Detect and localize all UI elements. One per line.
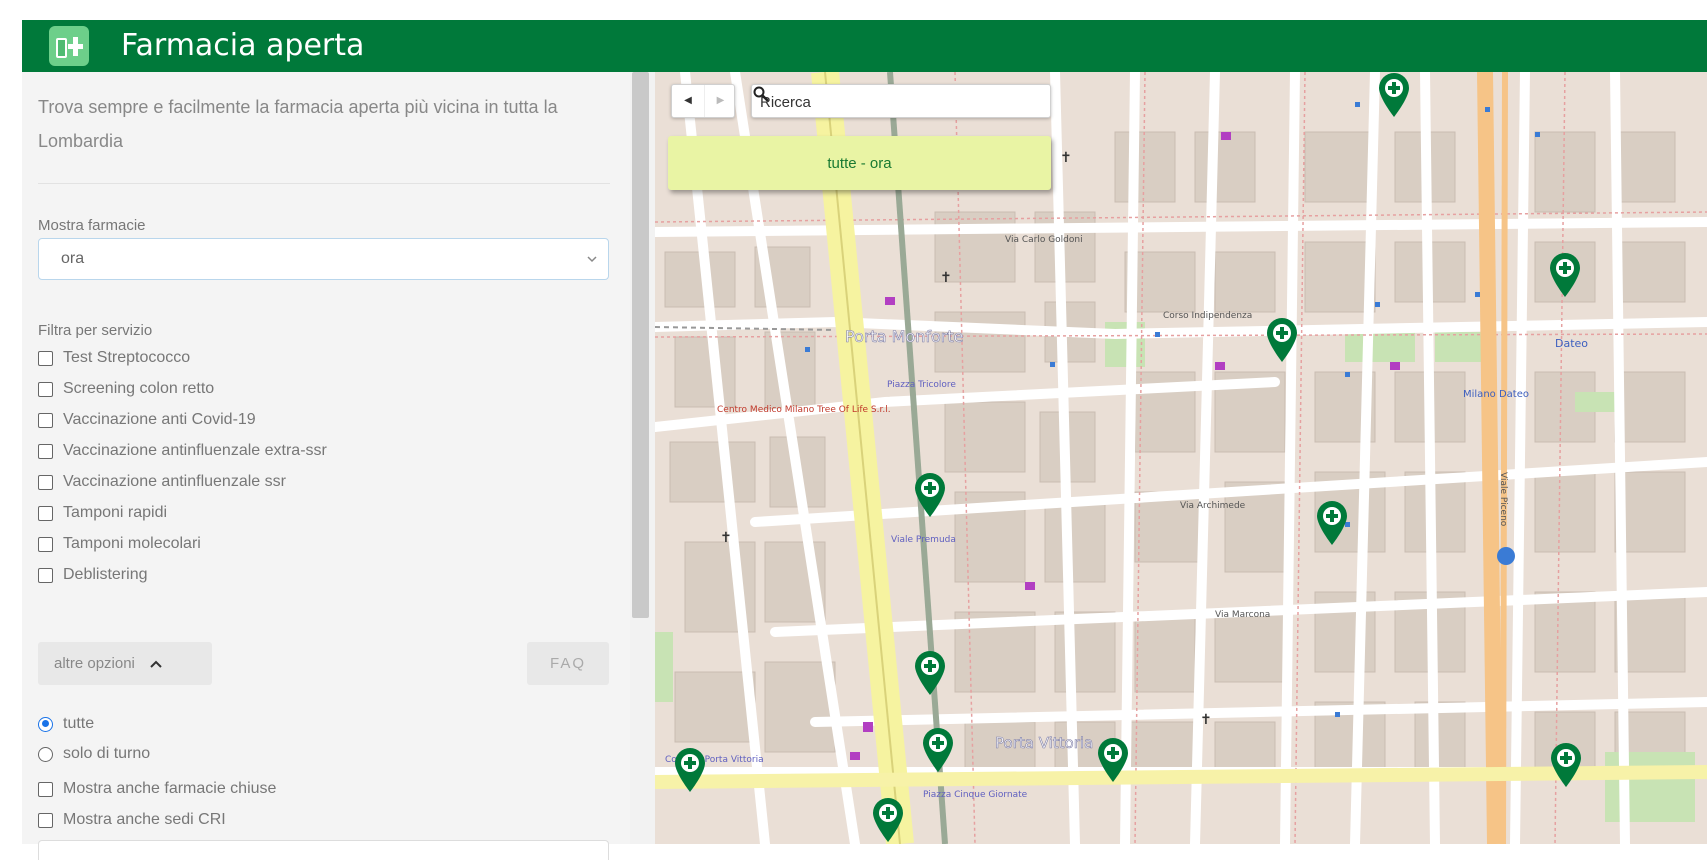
pharmacy-door-logo-icon <box>49 26 89 66</box>
checkbox-icon[interactable] <box>38 505 53 521</box>
pharmacy-pin-icon[interactable] <box>1265 317 1299 363</box>
checkbox-icon[interactable] <box>38 381 53 397</box>
map-label-via-marcona: Via Marcona <box>1215 610 1270 620</box>
checkbox-show-closed-pharmacies[interactable]: Mostra anche farmacie chiuse <box>38 777 276 801</box>
more-options-label: altre opzioni <box>54 655 135 672</box>
service-label: Vaccinazione anti Covid-19 <box>63 411 256 428</box>
pharmacy-pin-icon[interactable] <box>921 727 955 773</box>
pharmacy-pin-icon[interactable] <box>673 747 707 793</box>
partial-input-field[interactable] <box>38 840 609 860</box>
checkbox-icon[interactable] <box>38 474 53 490</box>
show-pharmacies-select[interactable]: ora <box>38 238 609 280</box>
map-label-piazza-cinque-giornate: Piazza Cinque Giornate <box>923 790 1028 800</box>
faq-button[interactable]: FAQ <box>527 642 609 685</box>
app-window: Farmacia aperta Trova sempre e facilment… <box>22 20 1707 860</box>
radio-label: solo di turno <box>63 745 151 762</box>
svg-text:✝: ✝ <box>720 530 732 546</box>
service-label: Test Streptococco <box>63 349 191 366</box>
chevron-up-icon <box>150 660 162 668</box>
checkbox-icon[interactable] <box>38 350 53 366</box>
map-search-box[interactable] <box>751 84 1051 118</box>
pharmacy-pin-icon[interactable] <box>1315 500 1349 546</box>
pharmacy-pin-icon[interactable] <box>1377 72 1411 118</box>
sidebar-scrollbar-thumb[interactable] <box>632 72 649 618</box>
map-label-dateo: Dateo <box>1555 337 1588 350</box>
service-label: Tamponi rapidi <box>63 504 168 521</box>
radio-unselected-icon[interactable] <box>38 746 53 762</box>
forward-arrow-icon[interactable]: ▶ <box>704 85 736 117</box>
map-label-corso-indipendenza: Corso Indipendenza <box>1163 311 1252 321</box>
checkbox-label: Mostra anche sedi CRI <box>63 811 226 828</box>
service-label: Tamponi molecolari <box>63 535 201 552</box>
map-label-porta-monforte: Porta Monforte <box>845 327 963 346</box>
service-label: Screening colon retto <box>63 380 215 397</box>
search-icon[interactable] <box>752 85 770 103</box>
show-pharmacies-label: Mostra farmacie <box>38 217 146 234</box>
radio-selected-icon[interactable] <box>38 716 53 732</box>
map-search-input[interactable] <box>760 91 1010 113</box>
map-label-piazza-tricolore: Piazza Tricolore <box>887 380 956 390</box>
map-label-centro-medico: Centro Medico Milano Tree Of Life S.r.l. <box>717 405 891 415</box>
radio-tutte[interactable]: tutte <box>38 712 94 736</box>
chevron-down-icon <box>587 256 597 263</box>
map-history-control: ◀ ▶ <box>671 84 735 118</box>
pharmacy-pin-icon[interactable] <box>913 650 947 696</box>
svg-text:✝: ✝ <box>1060 150 1072 166</box>
service-label: Deblistering <box>63 566 148 583</box>
service-checkbox-test-streptococco[interactable]: Test Streptococco <box>38 346 190 370</box>
radio-solo-di-turno[interactable]: solo di turno <box>38 742 150 766</box>
checkbox-icon[interactable] <box>38 781 53 797</box>
pharmacy-pin-icon[interactable] <box>1549 742 1583 788</box>
map-status-banner: tutte - ora <box>668 136 1051 190</box>
more-options-button[interactable]: altre opzioni <box>38 642 212 685</box>
service-checkbox-tamponi-molecolari[interactable]: Tamponi molecolari <box>38 532 201 556</box>
intro-text: Trova sempre e facilmente la farmacia ap… <box>38 97 558 151</box>
pharmacy-pin-icon[interactable] <box>1548 252 1582 298</box>
checkbox-icon[interactable] <box>38 567 53 583</box>
checkbox-icon[interactable] <box>38 443 53 459</box>
radio-label: tutte <box>63 715 95 732</box>
service-checkbox-antinfluenzale-extra-ssr[interactable]: Vaccinazione antinfluenzale extra-ssr <box>38 439 327 463</box>
sidebar: Trova sempre e facilmente la farmacia ap… <box>22 72 655 860</box>
pharmacy-pin-icon[interactable] <box>871 797 905 843</box>
map-label-viale-piceno: Viale Piceno <box>1498 472 1508 527</box>
map-label-via-archimede: Via Archimede <box>1180 501 1246 511</box>
checkbox-icon[interactable] <box>38 812 53 828</box>
show-pharmacies-select-value: ora <box>61 250 85 267</box>
checkbox-label: Mostra anche farmacie chiuse <box>63 780 277 797</box>
checkbox-icon[interactable] <box>38 536 53 552</box>
svg-text:✝: ✝ <box>940 270 952 286</box>
service-label: Vaccinazione antinfluenzale extra-ssr <box>63 442 327 459</box>
back-arrow-icon[interactable]: ◀ <box>672 85 704 117</box>
map-view[interactable]: Porta Monforte Porta Vittoria Centro Med… <box>655 72 1707 844</box>
map-label-via-carlo-goldoni: Via Carlo Goldoni <box>1005 235 1083 245</box>
checkbox-icon[interactable] <box>38 412 53 428</box>
map-label-milano-dateo: Milano Dateo <box>1463 389 1529 400</box>
map-label-porta-vittoria: Porta Vittoria <box>995 734 1093 752</box>
app-title: Farmacia aperta <box>121 28 365 63</box>
filter-by-service-label: Filtra per servizio <box>38 322 153 339</box>
pharmacy-pin-icon[interactable] <box>1096 737 1130 783</box>
service-checkbox-deblistering[interactable]: Deblistering <box>38 563 147 587</box>
svg-text:✝: ✝ <box>1200 712 1212 728</box>
pharmacy-pin-icon[interactable] <box>913 472 947 518</box>
service-label: Vaccinazione antinfluenzale ssr <box>63 473 286 490</box>
checkbox-show-cri-sites[interactable]: Mostra anche sedi CRI <box>38 808 226 832</box>
app-header: Farmacia aperta <box>22 20 1707 72</box>
map-label-viale-premuda: Viale Premuda <box>891 535 956 545</box>
service-checkbox-antinfluenzale-ssr[interactable]: Vaccinazione antinfluenzale ssr <box>38 470 286 494</box>
intro-divider <box>38 183 610 184</box>
service-checkbox-tamponi-rapidi[interactable]: Tamponi rapidi <box>38 501 167 525</box>
service-checkbox-screening-colon-retto[interactable]: Screening colon retto <box>38 377 214 401</box>
service-checkbox-vaccinazione-covid[interactable]: Vaccinazione anti Covid-19 <box>38 408 256 432</box>
